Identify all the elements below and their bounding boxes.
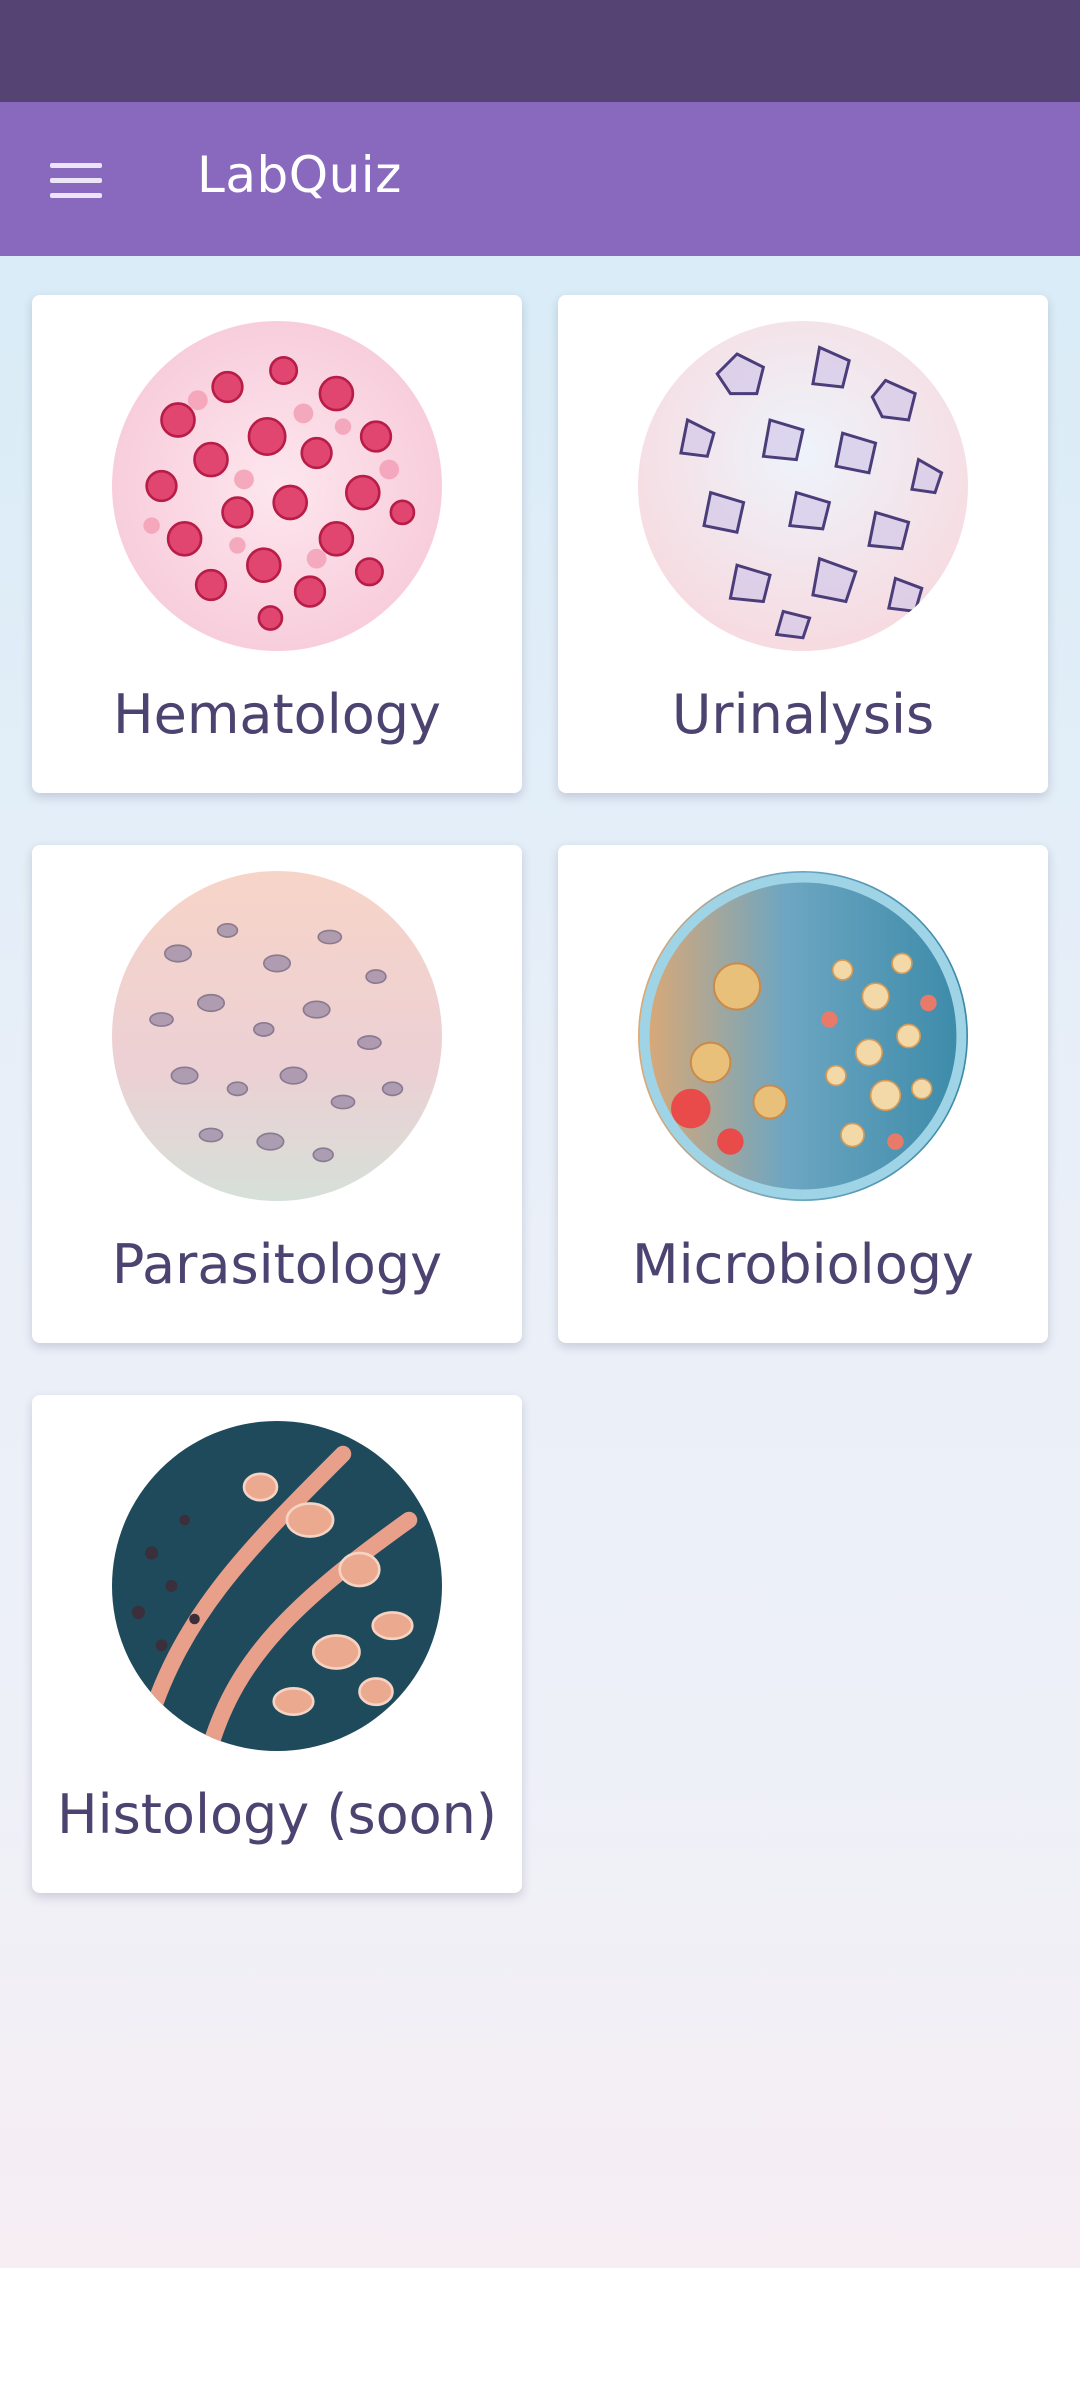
microbiology-image: [638, 871, 968, 1201]
hamburger-menu-icon[interactable]: [36, 142, 116, 218]
parasitology-image: [112, 871, 442, 1201]
category-grid: Hematology Urinalysis Parasitology Micro…: [0, 256, 1080, 2268]
category-label: Hematology: [112, 683, 441, 746]
category-card-parasitology[interactable]: Parasitology: [32, 845, 522, 1343]
category-label: Parasitology: [111, 1233, 443, 1296]
navigation-bar-area: [0, 2268, 1080, 2400]
app-bar: LabQuiz: [0, 102, 1080, 256]
category-card-urinalysis[interactable]: Urinalysis: [558, 295, 1048, 793]
category-label: Microbiology: [632, 1233, 974, 1296]
histology-image: [112, 1421, 442, 1751]
app-title: LabQuiz: [197, 146, 402, 204]
category-label: Histology (soon): [57, 1783, 497, 1846]
hematology-image: [112, 321, 442, 651]
status-bar: [0, 0, 1080, 102]
category-label: Urinalysis: [671, 683, 935, 746]
urinalysis-image: [638, 321, 968, 651]
category-card-microbiology[interactable]: Microbiology: [558, 845, 1048, 1343]
category-card-hematology[interactable]: Hematology: [32, 295, 522, 793]
category-card-histology[interactable]: Histology (soon): [32, 1395, 522, 1893]
